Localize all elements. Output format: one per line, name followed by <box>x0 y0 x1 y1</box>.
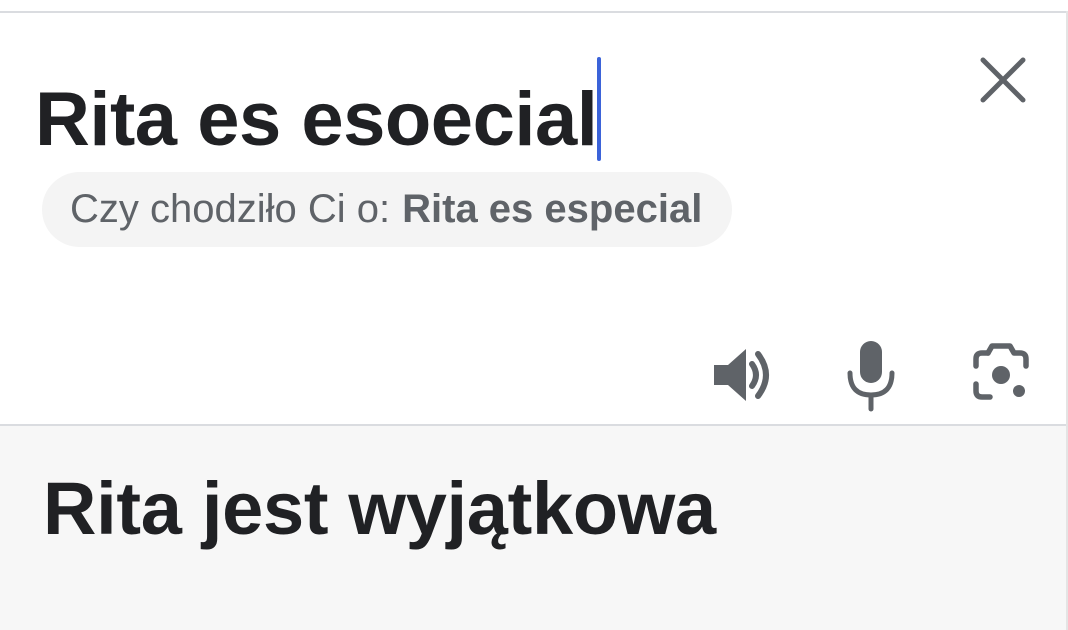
speaker-icon <box>714 349 769 401</box>
source-input-panel[interactable]: Rita es esoecial Czy chodziło Ci o: Rita … <box>0 13 1066 424</box>
did-you-mean-chip[interactable]: Czy chodziło Ci o: Rita es especial <box>42 172 733 247</box>
translate-screen: Rita es esoecial Czy chodziło Ci o: Rita … <box>0 0 1068 630</box>
translation-output-panel: Rita jest wyjątkowa <box>0 426 1066 630</box>
clear-button[interactable] <box>974 51 1032 109</box>
voice-input-button[interactable] <box>836 335 906 415</box>
translation-text: Rita jest wyjątkowa <box>43 467 716 550</box>
source-text-value[interactable]: Rita es esoecial <box>35 77 598 162</box>
camera-translate-button[interactable] <box>966 335 1036 415</box>
did-you-mean-label: Czy chodziło Ci o: <box>70 187 391 231</box>
camera-lens-icon <box>973 343 1029 400</box>
listen-button[interactable] <box>706 335 776 415</box>
source-text-input[interactable]: Rita es esoecial <box>35 57 602 168</box>
top-divider <box>0 0 1068 13</box>
text-caret <box>597 57 602 161</box>
microphone-icon <box>847 341 895 412</box>
did-you-mean-suggestion[interactable]: Rita es especial <box>402 187 702 231</box>
close-icon <box>980 57 1026 103</box>
